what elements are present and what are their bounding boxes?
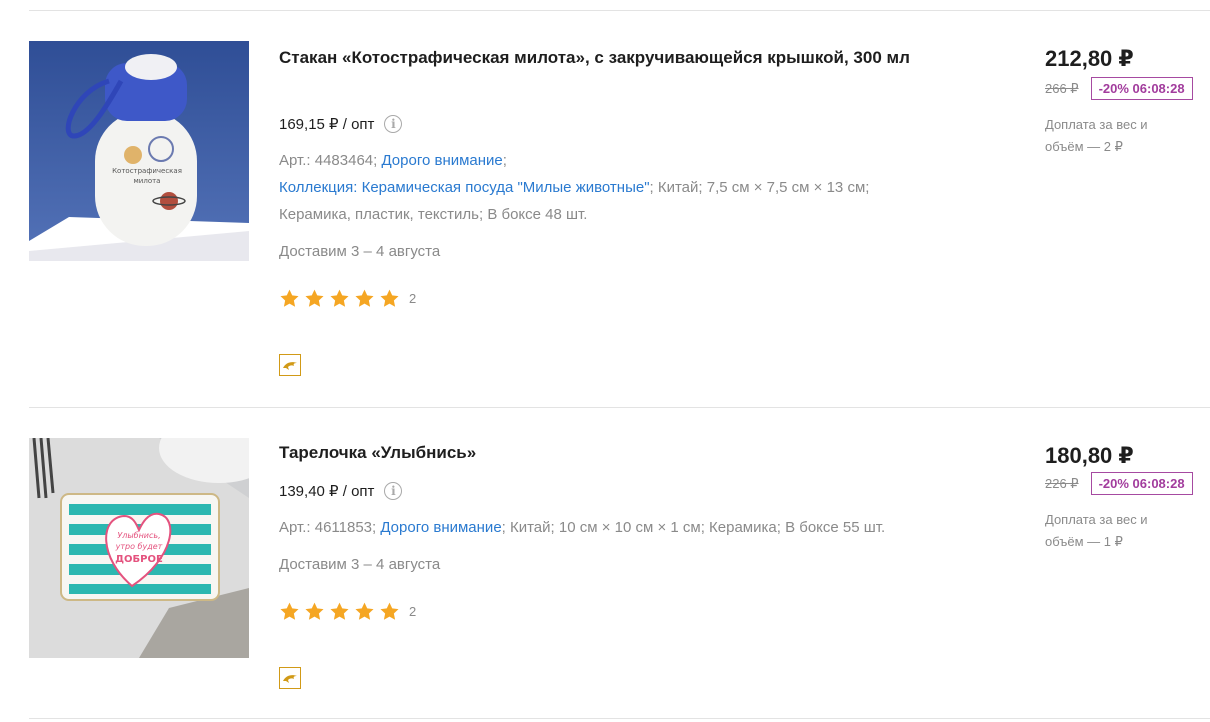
old-price: 266 ₽ xyxy=(1045,80,1079,96)
dolphin-badge-icon[interactable] xyxy=(279,354,301,376)
star-icon xyxy=(279,288,300,309)
old-price: 226 ₽ xyxy=(1045,475,1079,491)
rating-stars[interactable]: 2 xyxy=(279,288,416,309)
product-title[interactable]: Стакан «Котострафическая милота», с закр… xyxy=(279,43,959,73)
weight-surcharge: Доплата за вес и объём — 1 ₽ xyxy=(1045,512,1148,549)
current-price: 180,80 ₽ xyxy=(1045,443,1134,468)
bottom-divider xyxy=(29,718,1210,719)
weight-surcharge: Доплата за вес и объём — 2 ₽ xyxy=(1045,117,1148,154)
wholesale-price-text: 169,15 ₽ / опт xyxy=(279,116,375,133)
discount-badge: -20% 06:08:28 xyxy=(1090,472,1193,495)
product-meta: Арт.: 4483464; Дорого внимание; Коллекци… xyxy=(279,147,979,228)
rating-stars[interactable]: 2 xyxy=(279,601,416,622)
star-icon xyxy=(304,601,325,622)
product-image[interactable]: Котострафическая милота xyxy=(29,41,249,261)
collection-link[interactable]: Коллекция: Керамическая посуда "Милые жи… xyxy=(279,179,650,196)
star-icon xyxy=(379,288,400,309)
svg-text:милота: милота xyxy=(134,177,161,185)
article-number: Арт.: 4611853; xyxy=(279,519,377,536)
separator: ; xyxy=(502,152,507,169)
discount-badge: -20% 06:08:28 xyxy=(1090,77,1193,100)
star-icon xyxy=(354,601,375,622)
star-icon xyxy=(304,288,325,309)
star-icon xyxy=(379,601,400,622)
product-card: Улыбнись, утро будет ДОБРОЕ Тарелочка «У… xyxy=(0,438,1210,708)
article-number: Арт.: 4483464; xyxy=(279,152,378,169)
star-icon xyxy=(329,288,350,309)
product-details: ; Китай; 7,5 см × 7,5 см × 13 см; xyxy=(649,179,870,196)
svg-text:ДОБРОЕ: ДОБРОЕ xyxy=(115,554,163,565)
star-icon xyxy=(354,288,375,309)
svg-text:Котострафическая: Котострафическая xyxy=(112,167,182,175)
current-price: 212,80 ₽ xyxy=(1045,46,1134,71)
delivery-date: Доставим 3 – 4 августа xyxy=(279,556,441,573)
old-price-row: 266 ₽ -20% 06:08:28 xyxy=(1045,77,1193,100)
product-meta: Арт.: 4611853; Дорого внимание; Китай; 1… xyxy=(279,514,999,541)
product-title[interactable]: Тарелочка «Улыбнись» xyxy=(279,438,959,468)
wholesale-price-text: 139,40 ₽ / опт xyxy=(279,483,375,500)
delivery-date: Доставим 3 – 4 августа xyxy=(279,243,441,260)
info-icon[interactable]: i xyxy=(384,482,403,500)
top-divider xyxy=(29,10,1210,11)
old-price-row: 226 ₽ -20% 06:08:28 xyxy=(1045,472,1193,495)
rating-count: 2 xyxy=(409,604,417,619)
svg-text:утро будет: утро будет xyxy=(115,542,163,551)
info-icon[interactable]: i xyxy=(384,115,403,133)
tag-link[interactable]: Дорого внимание xyxy=(380,519,501,536)
product-details-2: Керамика, пластик, текстиль; В боксе 48 … xyxy=(279,206,588,223)
product-card: Котострафическая милота Стакан «Котостра… xyxy=(0,41,1210,381)
svg-text:Улыбнись,: Улыбнись, xyxy=(117,531,160,540)
wholesale-price: 169,15 ₽ / опт i xyxy=(279,115,403,133)
star-icon xyxy=(279,601,300,622)
product-image[interactable]: Улыбнись, утро будет ДОБРОЕ xyxy=(29,438,249,658)
wholesale-price: 139,40 ₽ / опт i xyxy=(279,482,403,500)
product-divider xyxy=(29,407,1210,408)
product-details: ; Китай; 10 см × 10 см × 1 см; Керамика;… xyxy=(501,519,886,536)
rating-count: 2 xyxy=(409,291,417,306)
dolphin-badge-icon[interactable] xyxy=(279,667,301,689)
tag-link[interactable]: Дорого внимание xyxy=(381,152,502,169)
star-icon xyxy=(329,601,350,622)
